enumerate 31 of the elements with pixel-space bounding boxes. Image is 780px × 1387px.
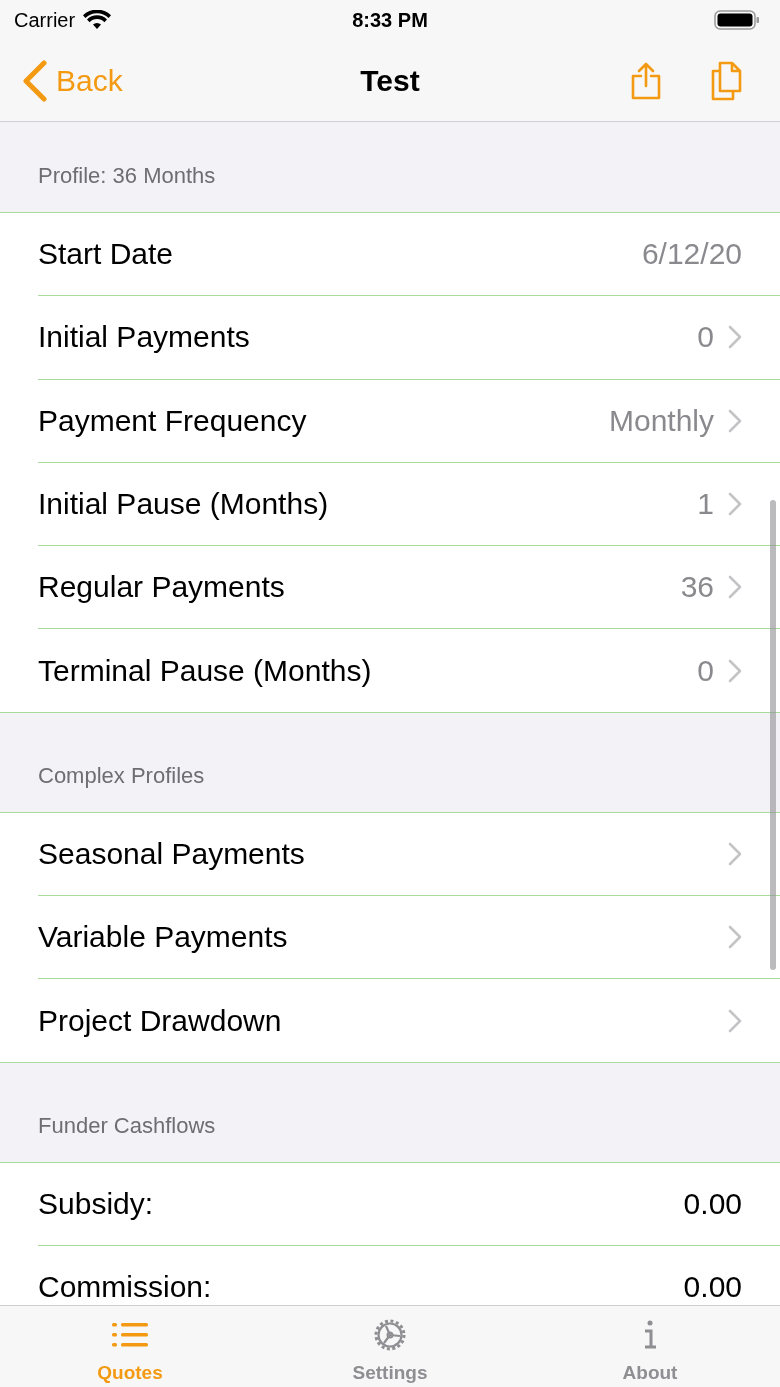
share-icon[interactable] bbox=[630, 61, 662, 100]
chevron-left-icon bbox=[22, 59, 48, 102]
row-label: Initial Payments bbox=[38, 322, 250, 353]
row-value: 1 bbox=[697, 489, 714, 520]
row-label: Seasonal Payments bbox=[38, 838, 305, 869]
row-label: Subsidy: bbox=[38, 1188, 154, 1219]
info-icon bbox=[642, 1320, 658, 1351]
row-value: 0.00 bbox=[683, 1272, 742, 1303]
status-time: 8:33 PM bbox=[352, 8, 428, 33]
row-label: Payment Frequency bbox=[38, 405, 307, 436]
wifi-icon bbox=[83, 10, 112, 30]
row-label: Terminal Pause (Months) bbox=[38, 655, 372, 686]
section-header: Funder Cashflows bbox=[38, 1111, 216, 1140]
row-value: 0 bbox=[697, 322, 714, 353]
row-value: 0.00 bbox=[683, 1188, 742, 1219]
row-label: Commission: bbox=[38, 1272, 212, 1303]
list-icon bbox=[112, 1321, 148, 1350]
carrier-label: Carrier bbox=[14, 8, 76, 33]
row-label: Initial Pause (Months) bbox=[38, 489, 329, 520]
row-label: Start Date bbox=[38, 239, 174, 270]
row-label: Variable Payments bbox=[38, 922, 288, 953]
section-header: Complex Profiles bbox=[38, 761, 205, 790]
row-label: Project Drawdown bbox=[38, 1005, 282, 1036]
row-value: Monthly bbox=[608, 405, 714, 436]
row-label: Regular Payments bbox=[38, 572, 285, 603]
battery-icon bbox=[714, 9, 760, 31]
nav-title: Test bbox=[360, 63, 420, 99]
row-value: 0 bbox=[697, 655, 714, 686]
section-header: Profile: 36 Months bbox=[38, 162, 216, 190]
row-value: 36 bbox=[680, 572, 714, 603]
row-value: 6/12/20 bbox=[641, 239, 742, 270]
